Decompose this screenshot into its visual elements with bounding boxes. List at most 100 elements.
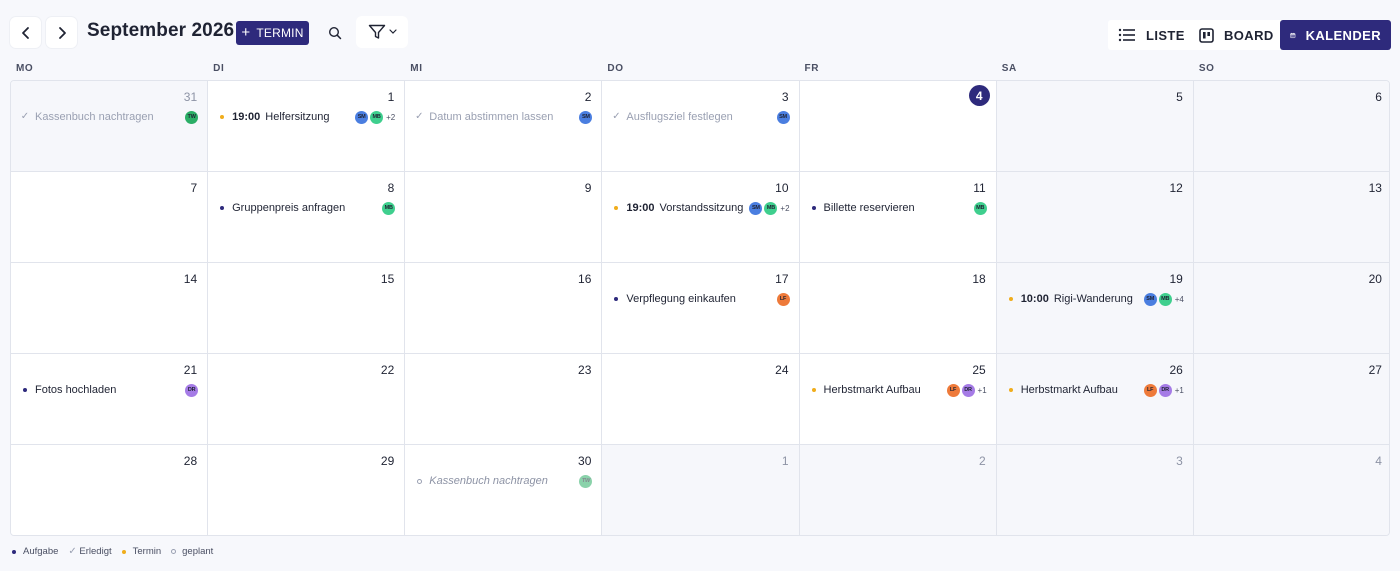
day-cell[interactable]: 30 Kassenbuch nachtragen TW — [405, 445, 603, 535]
day-cell[interactable]: 26 Herbstmarkt Aufbau LF DR +1 — [996, 354, 1194, 445]
avatar[interactable]: MB — [1158, 292, 1172, 306]
board-icon — [1199, 27, 1214, 43]
day-number: 29 — [380, 454, 395, 468]
day-cell[interactable]: 15 — [208, 263, 406, 354]
calendar-event[interactable]: Fotos hochladen DR — [20, 383, 199, 397]
day-cell[interactable]: 20 — [1193, 263, 1389, 354]
day-cell[interactable]: 25 Herbstmarkt Aufbau LF DR +1 — [799, 354, 997, 445]
day-cell[interactable]: 5 — [996, 81, 1194, 172]
calendar-event[interactable]: ✓ Ausflugsziel festlegen SM — [611, 110, 790, 124]
day-number: 4 — [1375, 454, 1382, 468]
view-calendar-button[interactable]: KALENDER — [1280, 20, 1391, 50]
day-cell[interactable]: 21 Fotos hochladen DR — [11, 354, 209, 445]
day-number: 5 — [1176, 90, 1183, 104]
calendar-event[interactable]: 19:00 Vorstandssitzung SM MB +2 — [611, 201, 790, 215]
calendar-event[interactable]: Verpflegung einkaufen LF — [611, 292, 790, 306]
avatar[interactable]: TW — [185, 110, 199, 124]
day-cell[interactable]: 10 19:00 Vorstandssitzung SM MB +2 — [602, 172, 800, 263]
avatar[interactable]: DR — [1158, 383, 1172, 397]
search-icon — [328, 26, 342, 40]
calendar-event[interactable]: 10:00 Rigi-Wanderung SM MB +4 — [1006, 292, 1184, 306]
day-cell[interactable]: 3 ✓ Ausflugsziel festlegen SM — [602, 81, 800, 172]
day-number: 9 — [584, 181, 592, 195]
avatar[interactable]: SM — [1143, 292, 1157, 306]
day-number: 1 — [781, 454, 789, 468]
calendar-event[interactable]: Herbstmarkt Aufbau LF DR +1 — [1006, 383, 1184, 397]
calendar-event[interactable]: Gruppenpreis anfragen MB — [217, 201, 396, 215]
day-number: 10 — [775, 181, 789, 195]
avatar[interactable]: MB — [370, 110, 384, 124]
day-cell[interactable]: 1 — [602, 445, 800, 535]
next-month-button[interactable] — [46, 17, 77, 48]
avatar[interactable]: LF — [946, 383, 960, 397]
day-cell[interactable]: 13 — [1193, 172, 1389, 263]
day-cell[interactable]: 19 10:00 Rigi-Wanderung SM MB +4 — [996, 263, 1194, 354]
day-cell[interactable]: 29 — [208, 445, 406, 535]
avatar[interactable]: LF — [1143, 383, 1157, 397]
day-cell[interactable]: 12 — [996, 172, 1194, 263]
day-cell[interactable]: 31 ✓ Kassenbuch nachtragen TW — [11, 81, 209, 172]
event-title: Vorstandssitzung — [659, 202, 744, 214]
chevron-down-icon — [388, 29, 397, 34]
day-cell[interactable]: 17 Verpflegung einkaufen LF — [602, 263, 800, 354]
day-cell[interactable]: 8 Gruppenpreis anfragen MB — [208, 172, 406, 263]
view-list-button[interactable]: LISTE — [1108, 20, 1195, 50]
avatar[interactable]: TW — [579, 474, 593, 488]
planned-circle-icon — [171, 546, 177, 557]
weekday-header: MO DI MI DO FR SA SO — [10, 63, 1390, 75]
day-cell[interactable]: 24 — [602, 354, 800, 445]
filter-button[interactable] — [356, 16, 408, 48]
day-cell[interactable]: 11 Billette reservieren MB — [799, 172, 997, 263]
search-button[interactable] — [320, 18, 350, 48]
day-cell[interactable]: 4 — [799, 81, 997, 172]
day-cell[interactable]: 1 19:00 Helfersitzung SM MB +2 — [208, 81, 406, 172]
view-board-button[interactable]: BOARD — [1189, 20, 1284, 50]
calendar-event[interactable]: Billette reservieren MB — [809, 201, 987, 215]
toolbar: September 2026 + TERMIN LISTE BOARD KALE… — [0, 0, 1400, 62]
day-cell[interactable]: 22 — [208, 354, 406, 445]
day-cell[interactable]: 2 ✓ Datum abstimmen lassen SM — [405, 81, 603, 172]
day-cell[interactable]: 7 — [11, 172, 209, 263]
avatar[interactable]: MB — [973, 201, 987, 215]
event-title: Ausflugsziel festlegen — [626, 111, 733, 123]
checkmark-icon: ✓ — [20, 111, 30, 122]
day-number: 25 — [972, 363, 986, 377]
task-dot-icon — [217, 206, 227, 210]
previous-month-button[interactable] — [10, 17, 41, 48]
day-cell[interactable]: 14 — [11, 263, 209, 354]
day-cell[interactable]: 23 — [405, 354, 603, 445]
avatar[interactable]: SM — [749, 201, 763, 215]
calendar-event[interactable]: Kassenbuch nachtragen TW — [414, 474, 593, 488]
day-cell[interactable]: 28 — [11, 445, 209, 535]
avatar[interactable]: MB — [764, 201, 778, 215]
day-cell[interactable]: 4 — [1193, 445, 1389, 535]
day-cell[interactable]: 3 — [996, 445, 1194, 535]
day-cell[interactable]: 2 — [799, 445, 997, 535]
avatar[interactable]: DR — [185, 383, 199, 397]
day-cell[interactable]: 16 — [405, 263, 603, 354]
avatar[interactable]: SM — [776, 110, 790, 124]
view-calendar-label: KALENDER — [1305, 27, 1381, 43]
day-number: 14 — [183, 272, 198, 286]
calendar-event[interactable]: ✓ Datum abstimmen lassen SM — [414, 110, 593, 124]
avatar[interactable]: DR — [961, 383, 975, 397]
calendar-event[interactable]: 19:00 Helfersitzung SM MB +2 — [217, 110, 395, 124]
calendar-event[interactable]: Herbstmarkt Aufbau LF DR +1 — [809, 383, 987, 397]
avatar[interactable]: SM — [579, 110, 593, 124]
avatar[interactable]: SM — [355, 110, 369, 124]
day-number: 30 — [578, 454, 592, 468]
day-cell[interactable]: 6 — [1193, 81, 1389, 172]
plus-icon: + — [241, 24, 251, 41]
avatar[interactable]: LF — [776, 292, 790, 306]
calendar-event[interactable]: ✓ Kassenbuch nachtragen TW — [20, 110, 199, 124]
appointment-dot-icon — [217, 115, 227, 119]
more-assignees-count: +1 — [977, 385, 987, 395]
add-appointment-button[interactable]: + TERMIN — [236, 21, 309, 45]
day-cell[interactable]: 9 — [405, 172, 603, 263]
event-time: 19:00 — [232, 111, 261, 123]
day-cell[interactable]: 18 — [799, 263, 997, 354]
avatar[interactable]: MB — [382, 201, 396, 215]
day-number: 21 — [183, 363, 198, 377]
day-number: 31 — [183, 90, 198, 104]
day-cell[interactable]: 27 — [1193, 354, 1389, 445]
